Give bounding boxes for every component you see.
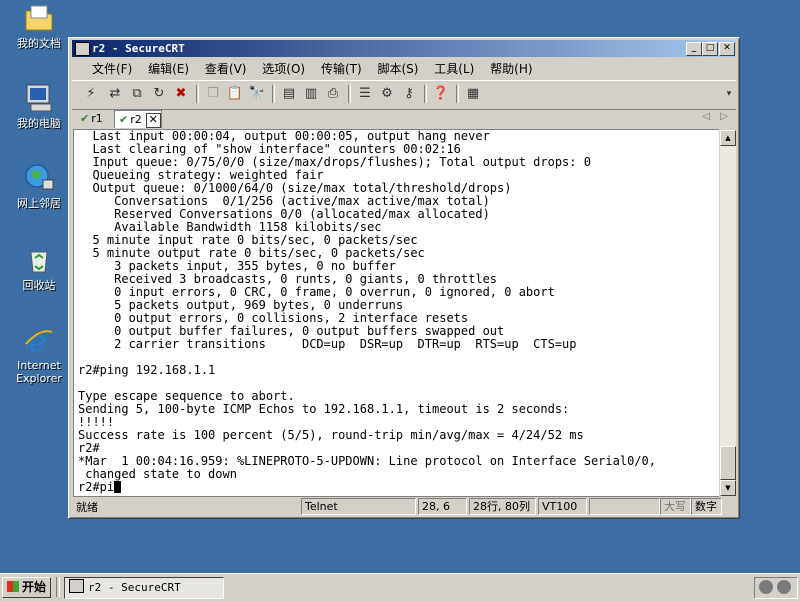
taskbar-item-label: r2 - SecureCRT — [88, 581, 181, 594]
terminal-cursor — [114, 481, 122, 493]
menu-view[interactable]: 查看(V) — [199, 59, 253, 79]
status-rows-cols: 28行, 80列 — [469, 498, 536, 515]
toolbar-overflow-icon[interactable]: ▾ — [720, 85, 738, 103]
connect-tab-icon[interactable]: ⧉ — [128, 85, 146, 103]
status-caps: 大写 — [660, 498, 691, 515]
menu-script[interactable]: 脚本(S) — [371, 59, 424, 79]
desktop-icon-my-documents[interactable]: 我的文档 — [8, 2, 70, 50]
status-emulation: VT100 — [538, 498, 587, 515]
toolbar-separator — [424, 85, 427, 103]
tray-icon[interactable] — [777, 580, 791, 594]
start-button[interactable]: 开始 — [2, 577, 51, 598]
status-cursor-position: 28, 6 — [418, 498, 467, 515]
network-icon — [23, 162, 55, 194]
menu-options[interactable]: 选项(O) — [256, 59, 311, 79]
svg-text:e: e — [29, 324, 47, 356]
sftp-icon[interactable]: ▦ — [464, 85, 482, 103]
reconnect-icon[interactable]: ↻ — [150, 85, 168, 103]
menu-tools[interactable]: 工具(L) — [428, 59, 480, 79]
folder-icon — [23, 2, 55, 34]
terminal-text: Last input 00:00:04, output 00:00:05, ou… — [78, 129, 656, 494]
tab-scroll-left-icon[interactable]: ◁ — [702, 111, 710, 122]
maximize-button[interactable]: □ — [702, 42, 718, 56]
terminal-output[interactable]: Last input 00:00:04, output 00:00:05, ou… — [73, 129, 721, 497]
system-tray — [754, 577, 798, 599]
status-protocol: Telnet — [301, 498, 416, 515]
status-ready: 就绪 — [76, 501, 98, 514]
tray-icon[interactable] — [759, 580, 773, 594]
print-selection-icon[interactable]: ▥ — [302, 85, 320, 103]
recycle-bin-icon — [23, 244, 55, 276]
start-label: 开始 — [22, 580, 47, 594]
securecrt-window[interactable]: r2 - SecureCRT _ □ ✕ 文件(F) 编辑(E) 查看(V) 选… — [68, 37, 740, 519]
app-icon — [75, 42, 90, 56]
desktop-icon-label: 回收站 — [22, 279, 56, 292]
desktop-icon-recycle-bin[interactable]: 回收站 — [8, 244, 70, 292]
scroll-down-icon[interactable]: ▼ — [720, 480, 736, 496]
connected-check-icon: ✔ — [119, 113, 129, 126]
copy-icon[interactable]: ❐ — [204, 85, 222, 103]
toolbar: ⚡ ⇄ ⧉ ↻ ✖ ❐ 📋 🔭 ▤ ▥ ⎙ ☰ ⚙ ⚷ ❓ ▦ ▾ — [72, 80, 736, 110]
toolbar-separator — [348, 85, 351, 103]
desktop-icon-network[interactable]: 网上邻居 — [8, 162, 70, 210]
tab-label: r2 — [130, 113, 142, 126]
status-num: 数字 — [691, 498, 722, 515]
tab-r2[interactable]: ✔ r2 ✕ — [114, 110, 162, 128]
menu-edit[interactable]: 编辑(E) — [142, 59, 195, 79]
connect-icon[interactable]: ⚡ — [82, 85, 100, 103]
session-options-icon[interactable]: ☰ — [356, 85, 374, 103]
desktop-icon-label: 我的文档 — [17, 37, 61, 50]
print-screen-icon[interactable]: ▤ — [280, 85, 298, 103]
menu-transfer[interactable]: 传输(T) — [315, 59, 368, 79]
tab-r1[interactable]: ✔ r1 — [76, 110, 103, 127]
desktop-icon-internet-explorer[interactable]: e Internet Explorer — [8, 324, 70, 385]
quick-connect-icon[interactable]: ⇄ — [106, 85, 124, 103]
desktop-icon-my-computer[interactable]: 我的电脑 — [8, 82, 70, 130]
print-icon[interactable]: ⎙ — [324, 85, 342, 103]
status-blank — [589, 498, 660, 515]
tab-close-icon[interactable]: ✕ — [145, 113, 161, 128]
desktop-icon-label: 网上邻居 — [17, 197, 61, 210]
tab-scroll-right-icon[interactable]: ▷ — [720, 111, 728, 122]
scroll-up-icon[interactable]: ▲ — [720, 130, 736, 146]
disconnect-icon[interactable]: ✖ — [172, 85, 190, 103]
toolbar-separator — [456, 85, 459, 103]
taskbar-separator — [56, 577, 60, 597]
tab-label: r1 — [91, 112, 103, 125]
menu-bar: 文件(F) 编辑(E) 查看(V) 选项(O) 传输(T) 脚本(S) 工具(L… — [72, 59, 736, 79]
taskbar-item-securecrt[interactable]: r2 - SecureCRT — [64, 577, 224, 599]
close-button[interactable]: ✕ — [719, 42, 735, 56]
help-icon[interactable]: ❓ — [432, 85, 450, 103]
connected-check-icon: ✔ — [80, 112, 90, 125]
window-title: r2 - SecureCRT — [92, 42, 185, 55]
find-icon[interactable]: 🔭 — [248, 85, 266, 103]
toolbar-separator — [272, 85, 275, 103]
menu-help[interactable]: 帮助(H) — [484, 59, 538, 79]
securecrt-task-icon — [69, 579, 84, 593]
vertical-scrollbar[interactable]: ▲ ▼ — [719, 129, 737, 497]
menu-file[interactable]: 文件(F) — [86, 59, 138, 79]
scrollbar-thumb[interactable] — [720, 446, 736, 480]
internet-explorer-icon: e — [23, 324, 55, 359]
desktop-icon-label: Internet Explorer — [16, 359, 62, 385]
computer-icon — [23, 82, 55, 114]
title-bar[interactable]: r2 - SecureCRT _ □ ✕ — [72, 40, 736, 57]
taskbar: 开始 r2 - SecureCRT — [0, 573, 800, 601]
desktop-icon-label: 我的电脑 — [17, 117, 61, 130]
windows-logo-icon — [7, 581, 19, 592]
status-bar: 就绪 Telnet 28, 6 28行, 80列 VT100 大写 数字 — [72, 498, 736, 515]
paste-icon[interactable]: 📋 — [226, 85, 244, 103]
key-icon[interactable]: ⚷ — [400, 85, 418, 103]
minimize-button[interactable]: _ — [686, 42, 702, 56]
toolbar-separator — [196, 85, 199, 103]
tab-bar: ✔ r1 ✔ r2 ✕ ◁ ▷ — [72, 109, 736, 128]
global-options-icon[interactable]: ⚙ — [378, 85, 396, 103]
